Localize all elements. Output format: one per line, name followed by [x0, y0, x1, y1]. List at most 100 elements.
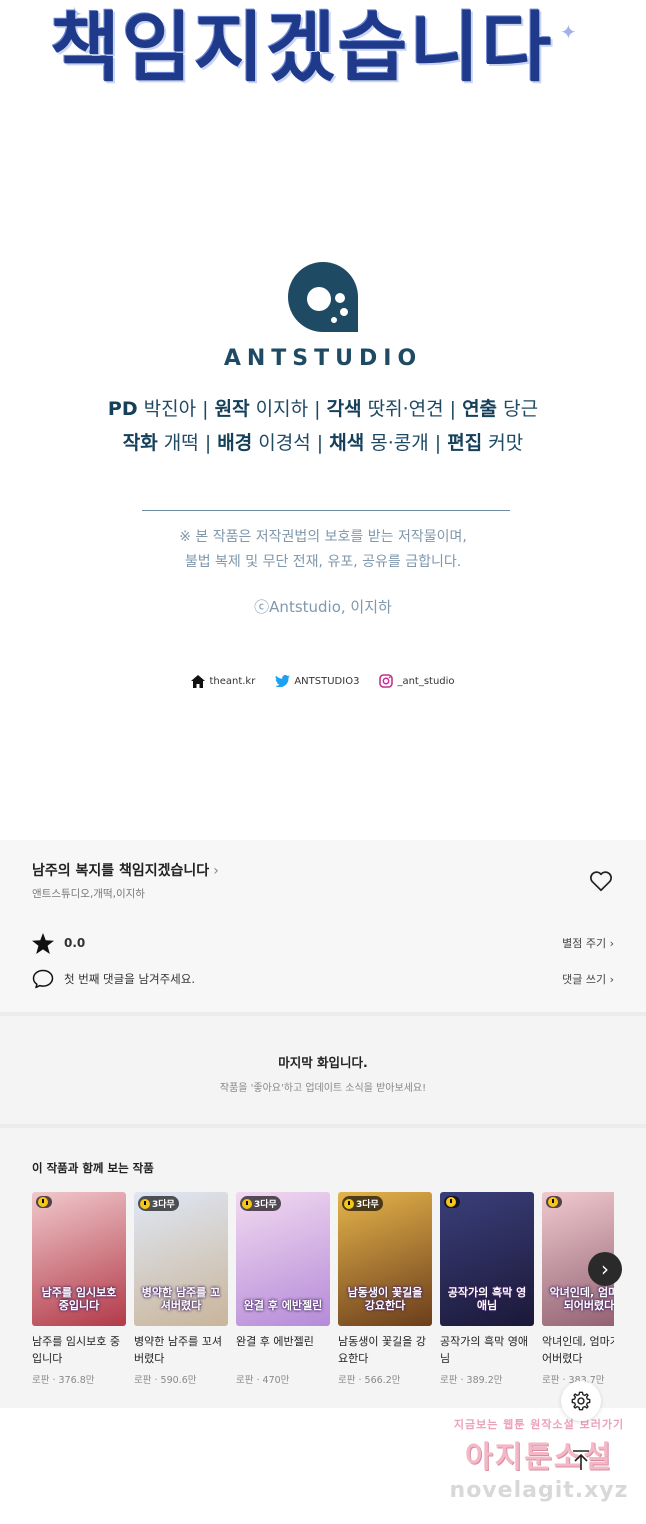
series-title-link[interactable]: 남주의 복지를 책임지겠습니다 › [32, 860, 219, 880]
credit-role: 각색 [326, 398, 362, 420]
genre-label: 로판 [338, 1375, 356, 1386]
watermark-line-1: 지금보는 웹툰 원작소설 보러가기 [453, 1418, 625, 1431]
credit-name: 박진아 [143, 398, 197, 420]
title-art-banner: ✦ ✦ 책임지겠습니다 [0, 0, 646, 140]
section-separator [0, 1012, 646, 1016]
carousel-next-button[interactable]: › [588, 1252, 622, 1286]
cover-thumbnail[interactable]: 3다무남동생이 꽃길을 강요한다 [338, 1192, 432, 1326]
meta-separator: · [151, 1375, 161, 1386]
genre-label: 로판 [134, 1375, 152, 1386]
clock-icon [140, 1198, 150, 1209]
home-icon [191, 674, 206, 688]
comment-prompt[interactable]: 첫 번째 댓글을 남겨주세요. [64, 971, 195, 987]
view-count: 566.2만 [364, 1375, 401, 1386]
wait-free-badge: 3다무 [240, 1196, 281, 1211]
social-links: theant.kr ANTSTUDIO3 _ant_studio [0, 674, 646, 688]
credit-role: 배경 [217, 432, 253, 454]
write-comment-button[interactable]: 댓글 쓰기 › [562, 971, 614, 987]
credit-role: 원작 [214, 398, 250, 420]
genre-label: 로판 [236, 1375, 254, 1386]
home-link[interactable]: theant.kr [191, 674, 256, 688]
divider [142, 510, 510, 511]
recommendation-meta: 로판 · 566.2만 [338, 1372, 432, 1386]
credit-separator: | [204, 432, 212, 454]
genre-label: 로판 [32, 1375, 50, 1386]
meta-separator: · [457, 1375, 467, 1386]
scroll-top-button[interactable] [561, 1440, 601, 1480]
cover-title-art: 남주를 임시보호 중입니다 [41, 1285, 117, 1312]
settings-button[interactable] [561, 1381, 601, 1421]
genre-label: 로판 [542, 1375, 560, 1386]
meta-separator: · [355, 1375, 365, 1386]
credit-role: 채색 [329, 432, 365, 454]
cover-thumbnail[interactable]: 남주를 임시보호 중입니다 [32, 1192, 126, 1326]
clock-icon [242, 1198, 252, 1209]
recommendation-card[interactable]: 악녀인데, 엄마가 되어버렸다악녀인데, 엄마가 되어버렸다로판 · 383.7… [542, 1192, 614, 1386]
home-link-label: theant.kr [209, 675, 256, 687]
credit-name: 이경석 [258, 432, 311, 454]
cover-title-art: 남동생이 꽃길을 강요한다 [347, 1285, 423, 1312]
instagram-link[interactable]: _ant_studio [379, 674, 455, 688]
recommendation-card[interactable]: 3다무 남동생이 꽃길을 강요한다 남동생이 꽃길을 강요한다 로판 · 566.2만 [338, 1192, 432, 1386]
watermark-line-2: 아지툰소설 [465, 1440, 613, 1475]
recommendation-card[interactable]: 3다무 병약한 남주를 꼬셔버렸다병약한 남주를 꼬셔버렸다로판 · 590.6만 [134, 1192, 228, 1386]
clock-icon [446, 1197, 456, 1207]
rate-button[interactable]: 별점 주기 › [562, 935, 614, 951]
copyright-notice-2: 불법 복제 및 무단 전재, 유포, 공유를 금합니다. [184, 554, 462, 570]
heart-icon[interactable] [588, 868, 614, 894]
credit-name: 당근 [503, 398, 539, 420]
recommendation-card[interactable]: 공작가의 흑막 영애님 공작가의 흑막 영애님 로판 · 389.2만 [440, 1192, 534, 1386]
meta-separator: · [559, 1375, 569, 1386]
recommendation-card[interactable]: 3다무 완결 후 에반젤린완결 후 에반젤린로판 · 470만 [236, 1192, 330, 1386]
view-count: 470만 [262, 1375, 290, 1386]
credit-line-1: PD 박진아 | 원작 이지하 | 각색 땃쥐·연견 | 연출 당근 [0, 394, 646, 421]
recommendation-meta: 로판 · 470만 [236, 1372, 330, 1386]
section-separator [0, 1124, 646, 1128]
credit-separator: | [316, 432, 324, 454]
meta-separator: · [253, 1375, 263, 1386]
instagram-icon [379, 674, 394, 688]
view-count: 590.6만 [160, 1375, 197, 1386]
clock-icon [344, 1198, 354, 1209]
last-episode-notice: 마지막 화입니다. 작품을 '좋아요'하고 업데이트 소식을 받아보세요! [0, 1052, 646, 1094]
wait-free-badge [546, 1196, 562, 1208]
credit-name: 이지하 [255, 398, 309, 420]
recommendation-title[interactable]: 완결 후 에반젤린 [236, 1334, 330, 1368]
genre-label: 로판 [440, 1375, 458, 1386]
title-art-text: 책임지겠습니다 [50, 3, 554, 92]
last-episode-subtitle: 작품을 '좋아요'하고 업데이트 소식을 받아보세요! [219, 1083, 427, 1094]
view-count: 376.8만 [58, 1375, 95, 1386]
instagram-link-label: _ant_studio [397, 675, 455, 687]
chevron-right-icon: › [601, 1257, 609, 1281]
series-authors: 앤트스튜디오,개떡,이지하 [32, 888, 145, 900]
recommendation-heading: 이 작품과 함께 보는 작품 [32, 1161, 154, 1175]
credit-separator: | [314, 398, 321, 420]
badge-label: 3다무 [152, 1200, 175, 1210]
recommendation-title[interactable]: 남주를 임시보호 중입니다 [32, 1334, 126, 1368]
wait-free-badge: 3다무 [138, 1196, 179, 1211]
cover-thumbnail[interactable]: 3다무 완결 후 에반젤린 [236, 1192, 330, 1326]
wait-free-badge: 3다무 [342, 1196, 383, 1211]
gear-icon [571, 1391, 591, 1411]
clock-icon [548, 1197, 558, 1207]
recommendation-card[interactable]: 남주를 임시보호 중입니다 남주를 임시보호 중입니다 로판 · 376.8만 [32, 1192, 126, 1386]
wait-free-badge [444, 1196, 460, 1208]
badge-label: 3다무 [356, 1200, 379, 1210]
watermark: 지금보는 웹툰 원작소설 보러가기 아지툰소설 novelagit.xyz [444, 1416, 634, 1503]
credit-role: PD [107, 398, 138, 420]
cover-thumbnail[interactable]: 3다무 병약한 남주를 꼬셔버렸다 [134, 1192, 228, 1326]
credit-role: 연출 [462, 398, 498, 420]
cover-thumbnail[interactable]: 공작가의 흑막 영애님 [440, 1192, 534, 1326]
rating-row: 0.0 별점 주기 › [32, 932, 614, 954]
twitter-link[interactable]: ANTSTUDIO3 [275, 675, 359, 687]
credit-separator: | [202, 398, 209, 420]
credit-line-2: 작화 개떡 | 배경 이경석 | 채색 몽·콩개 | 편집 커맛 [0, 428, 646, 455]
cover-title-art: 공작가의 흑막 영애님 [447, 1285, 527, 1312]
recommendation-title[interactable]: 남동생이 꽃길을 강요한다 [338, 1334, 432, 1368]
recommendation-meta: 로판 · 389.2만 [440, 1372, 534, 1386]
credit-name: 몽·콩개 [370, 432, 429, 454]
credit-name: 커맛 [488, 432, 524, 454]
recommendation-title[interactable]: 공작가의 흑막 영애님 [440, 1334, 534, 1368]
recommendation-title[interactable]: 악녀인데, 엄마가 되어버렸다 [542, 1334, 614, 1368]
recommendation-title[interactable]: 병약한 남주를 꼬셔버렸다 [134, 1334, 228, 1368]
